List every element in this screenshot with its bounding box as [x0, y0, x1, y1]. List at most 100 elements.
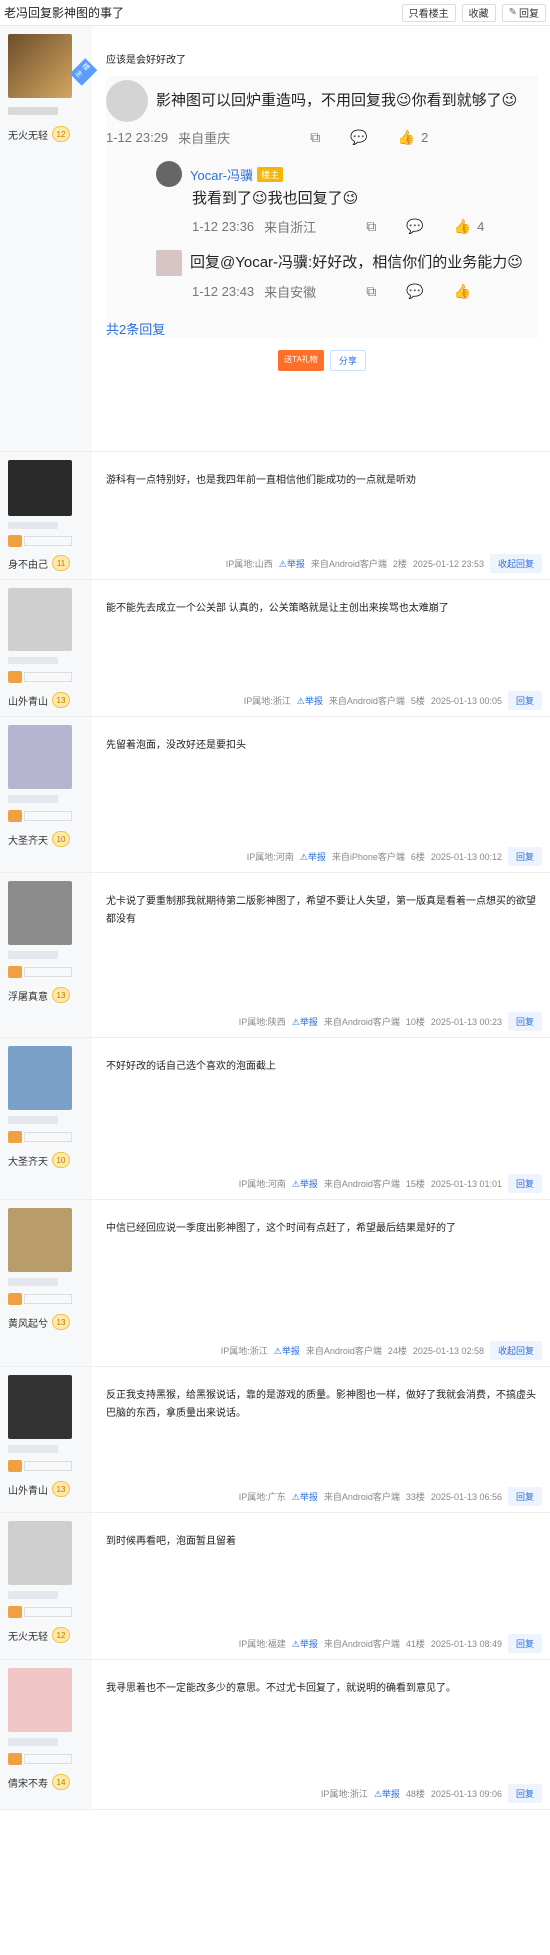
blurred-badge-bar — [8, 107, 58, 115]
author-name[interactable]: 倩宋不寿 — [8, 1775, 48, 1790]
reply-location: 来自安徽 — [264, 285, 317, 300]
floor-2: 身不由己 11 游科有一点特别好，也是我四年前一直相信他们能成功的一点就是听劝 I… — [0, 452, 550, 580]
reply-toggle-button[interactable]: 回复 — [507, 1634, 542, 1653]
post-meta: IP属地:浙江 ⚠举报 来自Android客户端 24楼 2025-01-13 02:5… — [215, 1341, 542, 1360]
reply-toggle-button[interactable]: 回复 — [507, 1487, 542, 1506]
share-icon[interactable]: ⧉ — [366, 283, 376, 300]
favorite-button[interactable]: 收藏 — [461, 3, 496, 22]
ip-location: IP属地:广东 — [238, 1492, 286, 1502]
comment-icon[interactable]: 💬 — [350, 129, 367, 146]
share-button[interactable]: 分享 — [329, 350, 366, 371]
comment-icon[interactable]: 💬 — [406, 218, 423, 235]
avatar[interactable] — [8, 1046, 72, 1110]
comment-icon[interactable]: 💬 — [406, 283, 423, 300]
floor-3: 山外青山 13 能不能先去成立一个公关部 认真的，公关策略就是让主创出来挨骂也太… — [0, 580, 550, 717]
reply-toggle-button[interactable]: 回复 — [507, 691, 542, 710]
reply-author[interactable]: Yocar-冯骥 — [190, 165, 253, 184]
author-name[interactable]: 黄风起兮 — [8, 1315, 48, 1330]
post-text: 尤卡说了要重制那我就期待第二版影神图了，希望不要让人失望，第一版真是看着一点想买… — [106, 896, 536, 925]
badge-slot — [24, 811, 72, 821]
reply-avatar[interactable] — [156, 250, 182, 276]
floor-1: 楼主 无火无轻 12 应该是会好好改了 影神图可以回炉重造吗，不用回复我😉你看到… — [0, 26, 550, 452]
reply-text: 影神图可以回炉重造吗，不用回复我😉你看到就够了😉 — [156, 92, 518, 109]
avatar[interactable] — [8, 1208, 72, 1272]
author-name[interactable]: 浮屠真意 — [8, 988, 48, 1003]
reply-button[interactable]: ✎ 回复 — [501, 3, 546, 22]
avatar[interactable] — [8, 881, 72, 945]
report-link[interactable]: ⚠举报 — [274, 1344, 300, 1357]
floor-number: 5楼 — [410, 696, 425, 706]
author-name[interactable]: 大圣齐天 — [8, 832, 48, 847]
blurred-bar — [8, 1278, 58, 1286]
reply-time: 1-12 23:43 — [192, 284, 255, 299]
avatar[interactable] — [8, 460, 72, 516]
client-info: 来自Android客户端 — [305, 1346, 382, 1356]
post-time: 2025-01-13 01:01 — [430, 1178, 502, 1189]
report-link[interactable]: ⚠举报 — [300, 850, 326, 863]
post-time: 2025-01-13 08:49 — [430, 1638, 502, 1649]
avatar[interactable] — [8, 34, 72, 98]
reply-toggle-button[interactable]: 回复 — [507, 1174, 542, 1193]
thumbs-up-icon[interactable]: 👍 — [454, 218, 471, 235]
reply-avatar[interactable] — [106, 80, 148, 122]
avatar[interactable] — [8, 1668, 72, 1732]
report-link[interactable]: ⚠举报 — [292, 1637, 318, 1650]
blurred-bar — [8, 1116, 58, 1124]
report-link[interactable]: ⚠举报 — [292, 1177, 318, 1190]
more-replies-link[interactable]: 共2条回复 — [106, 319, 538, 338]
floor-number: 24楼 — [387, 1346, 407, 1356]
avatar[interactable] — [8, 725, 72, 789]
reply-toggle-button[interactable]: 回复 — [507, 1784, 542, 1803]
author-panel: 浮屠真意 13 — [0, 873, 92, 1037]
floor-number: 6楼 — [410, 852, 425, 862]
avatar[interactable] — [8, 1375, 72, 1439]
author-name[interactable]: 山外青山 — [8, 1482, 48, 1497]
floor-number: 48楼 — [405, 1789, 425, 1799]
author-panel: 大圣齐天 10 — [0, 717, 92, 872]
reply-toggle-button[interactable]: 收起回复 — [489, 554, 542, 573]
avatar[interactable] — [8, 1521, 72, 1585]
only-op-button[interactable]: 只看楼主 — [401, 3, 456, 22]
post-meta: IP属地:福建 ⚠举报 来自Android客户端 41楼 2025-01-13 08:4… — [233, 1634, 542, 1653]
report-link[interactable]: ⚠举报 — [292, 1490, 318, 1503]
share-icon[interactable]: ⧉ — [310, 129, 320, 146]
level-badge: 13 — [52, 987, 70, 1003]
post-text: 不好好改的话自己选个喜欢的泡面截上 — [106, 1061, 276, 1072]
report-link[interactable]: ⚠举报 — [292, 1015, 318, 1028]
reply-toggle-button[interactable]: 回复 — [507, 847, 542, 866]
author-panel: 楼主 无火无轻 12 — [0, 26, 98, 451]
post-content: 游科有一点特别好，也是我四年前一直相信他们能成功的一点就是听劝 IP属地:山西 ⚠举… — [92, 452, 550, 579]
level-badge: 12 — [52, 1627, 70, 1643]
author-name[interactable]: 无火无轻 — [8, 127, 48, 142]
author-name[interactable]: 无火无轻 — [8, 1628, 48, 1643]
post-time: 2025-01-13 02:58 — [412, 1345, 484, 1356]
badge-icon — [8, 534, 22, 547]
client-info: 来自Android客户端 — [310, 559, 387, 569]
floor-10: 倩宋不寿 14 我寻思着也不一定能改多少的意思。不过尤卡回复了，就说明的确看到意… — [0, 1660, 550, 1810]
badge-slot — [24, 535, 72, 546]
report-link[interactable]: ⚠举报 — [374, 1787, 400, 1800]
post-meta: IP属地:浙江 ⚠举报 来自Android客户端 5楼 2025-01-13 00:05… — [238, 691, 542, 710]
post-time: 2025-01-13 00:23 — [430, 1016, 502, 1027]
author-name[interactable]: 大圣齐天 — [8, 1153, 48, 1168]
gift-button[interactable]: 送TA礼物 — [278, 350, 324, 371]
reply-toggle-button[interactable]: 收起回复 — [489, 1341, 542, 1360]
ip-location: IP属地:福建 — [238, 1639, 286, 1649]
report-link[interactable]: ⚠举报 — [297, 694, 323, 707]
post-text: 我寻思着也不一定能改多少的意思。不过尤卡回复了，就说明的确看到意见了。 — [106, 1683, 456, 1694]
thumbs-up-icon[interactable]: 👍 — [454, 283, 471, 300]
author-name[interactable]: 身不由己 — [8, 556, 48, 571]
reply-avatar[interactable] — [156, 161, 182, 187]
reply-toggle-button[interactable]: 回复 — [507, 1012, 542, 1031]
share-icon[interactable]: ⧉ — [366, 218, 376, 235]
level-badge: 13 — [52, 1314, 70, 1330]
reply-text: 回复@Yocar-冯骥:好好改，相信你们的业务能力😉 — [190, 254, 523, 271]
badge-slot — [24, 1132, 72, 1142]
avatar[interactable] — [8, 588, 72, 651]
author-panel: 身不由己 11 — [0, 452, 92, 579]
report-link[interactable]: ⚠举报 — [279, 557, 305, 570]
thumbs-up-icon[interactable]: 👍 — [398, 129, 415, 146]
post-meta: IP属地:山西 ⚠举报 来自Android客户端 2楼 2025-01-12 23:53… — [220, 554, 542, 573]
author-name[interactable]: 山外青山 — [8, 693, 48, 708]
page-header: 老冯回复影神图的事了 只看楼主 收藏 ✎ 回复 — [0, 0, 550, 26]
